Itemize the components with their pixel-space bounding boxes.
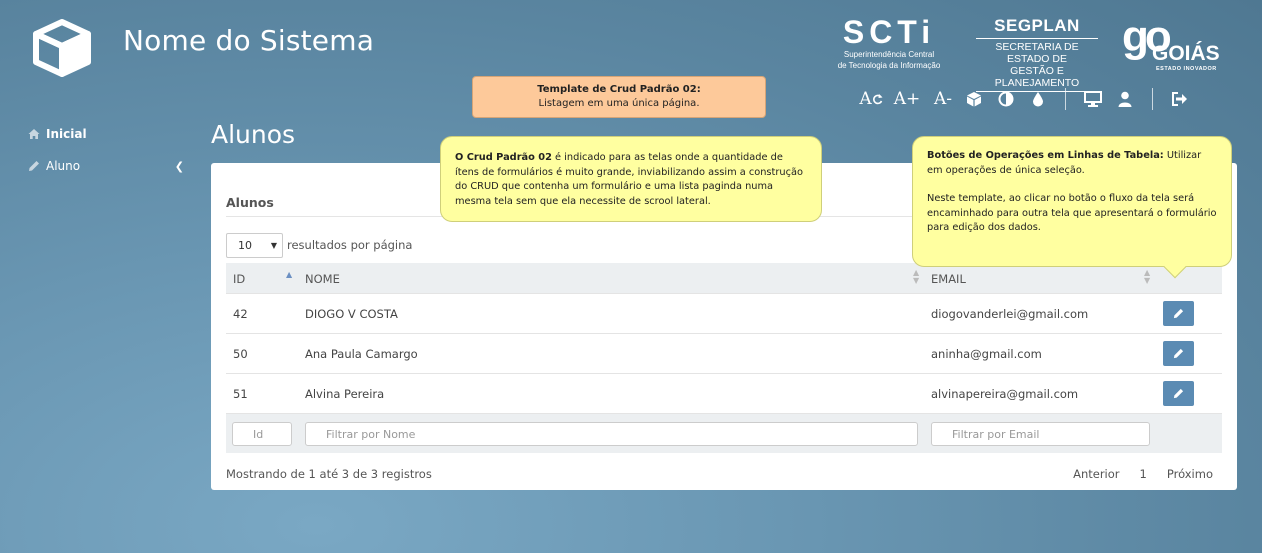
drop-icon[interactable] — [1028, 89, 1048, 109]
template-note: Template de Crud Padrão 02: Listagem em … — [472, 76, 766, 118]
user-icon[interactable] — [1115, 89, 1135, 109]
toolbar-divider — [1152, 88, 1153, 110]
filter-row — [226, 413, 1222, 453]
edit-button[interactable] — [1163, 341, 1194, 366]
cell-nome: DIOGO V COSTA — [305, 307, 398, 321]
app-title: Nome do Sistema — [123, 24, 375, 57]
page-length-select[interactable]: 10 ▼ — [226, 233, 283, 258]
table-row: 51 Alvina Pereira alvinapereira@gmail.co… — [226, 373, 1222, 413]
sort-both-icon: ▲ ▼ — [1144, 268, 1151, 285]
app-logo-cube-icon — [32, 19, 92, 77]
filter-id-input[interactable] — [232, 422, 292, 446]
monitor-icon[interactable] — [1083, 89, 1103, 109]
font-increase-button[interactable]: A+ — [890, 89, 924, 109]
card-title: Alunos — [226, 195, 274, 210]
accessibility-toolbar: A A+ A- — [856, 88, 1190, 110]
font-reset-button[interactable]: A — [856, 89, 886, 109]
font-decrease-button[interactable]: A- — [928, 89, 958, 109]
table-header: ID ▲ NOME ▲ ▼ EMAIL ▲ ▼ — [226, 263, 1222, 293]
home-icon — [28, 128, 40, 140]
crud-note: O Crud Padrão 02 é indicado para as tela… — [440, 136, 822, 222]
column-header-id[interactable]: ID — [233, 272, 245, 286]
page-title: Alunos — [211, 120, 296, 149]
pencil-icon — [1173, 388, 1184, 399]
sort-asc-icon: ▲ — [286, 270, 293, 279]
alunos-table: ID ▲ NOME ▲ ▼ EMAIL ▲ ▼ 42 DIOGO V COSTA d… — [226, 263, 1222, 453]
table-row: 42 DIOGO V COSTA diogovanderlei@gmail.co… — [226, 293, 1222, 333]
cell-id: 50 — [233, 347, 248, 361]
refresh-icon — [872, 94, 883, 105]
column-header-nome[interactable]: NOME — [305, 272, 340, 286]
filter-email-input[interactable] — [931, 422, 1150, 446]
cell-email: aninha@gmail.com — [931, 347, 1042, 361]
sidebar-item-aluno[interactable]: Aluno ❮ — [0, 150, 196, 182]
page-length-label: resultados por página — [287, 238, 413, 252]
table-info: Mostrando de 1 até 3 de 3 registros — [226, 467, 432, 481]
pencil-icon — [28, 160, 40, 172]
caret-down-icon: ▼ — [270, 241, 277, 250]
pagination-next[interactable]: Próximo — [1167, 467, 1213, 481]
buttons-note: Botões de Operações em Linhas de Tabela:… — [912, 136, 1232, 279]
pagination-page[interactable]: 1 — [1140, 467, 1147, 481]
pencil-icon — [1173, 308, 1184, 319]
edit-button[interactable] — [1163, 301, 1194, 326]
scti-logo: SCTi Superintendência Central de Tecnolo… — [837, 14, 941, 70]
cell-id: 51 — [233, 387, 248, 401]
column-header-email[interactable]: EMAIL — [931, 272, 966, 286]
cube-icon[interactable] — [964, 89, 984, 109]
pagination: Anterior 1 Próximo — [1073, 467, 1213, 481]
goias-logo: go GOIÁS ESTADO INOVADOR — [1122, 12, 1220, 72]
cell-email: diogovanderlei@gmail.com — [931, 307, 1089, 321]
cell-email: alvinapereira@gmail.com — [931, 387, 1079, 401]
cell-id: 42 — [233, 307, 248, 321]
logout-icon[interactable] — [1170, 89, 1190, 109]
edit-button[interactable] — [1163, 381, 1194, 406]
sidebar: Inicial Aluno ❮ — [0, 118, 196, 182]
sidebar-item-label: Inicial — [46, 127, 87, 141]
filter-nome-input[interactable] — [305, 422, 918, 446]
cell-nome: Alvina Pereira — [305, 387, 385, 401]
cell-nome: Ana Paula Camargo — [305, 347, 418, 361]
pencil-icon — [1173, 348, 1184, 359]
toolbar-divider — [1065, 88, 1066, 110]
sort-both-icon: ▲ ▼ — [913, 268, 920, 285]
chevron-left-icon: ❮ — [174, 160, 184, 173]
table-row: 50 Ana Paula Camargo aninha@gmail.com — [226, 333, 1222, 373]
segplan-logo: SEGPLAN SECRETARIA DE ESTADO DE GESTÃO E… — [974, 16, 1100, 94]
sidebar-item-inicial[interactable]: Inicial — [0, 118, 196, 150]
sidebar-item-label: Aluno — [46, 159, 81, 173]
contrast-icon[interactable] — [996, 89, 1016, 109]
pagination-prev[interactable]: Anterior — [1073, 467, 1119, 481]
